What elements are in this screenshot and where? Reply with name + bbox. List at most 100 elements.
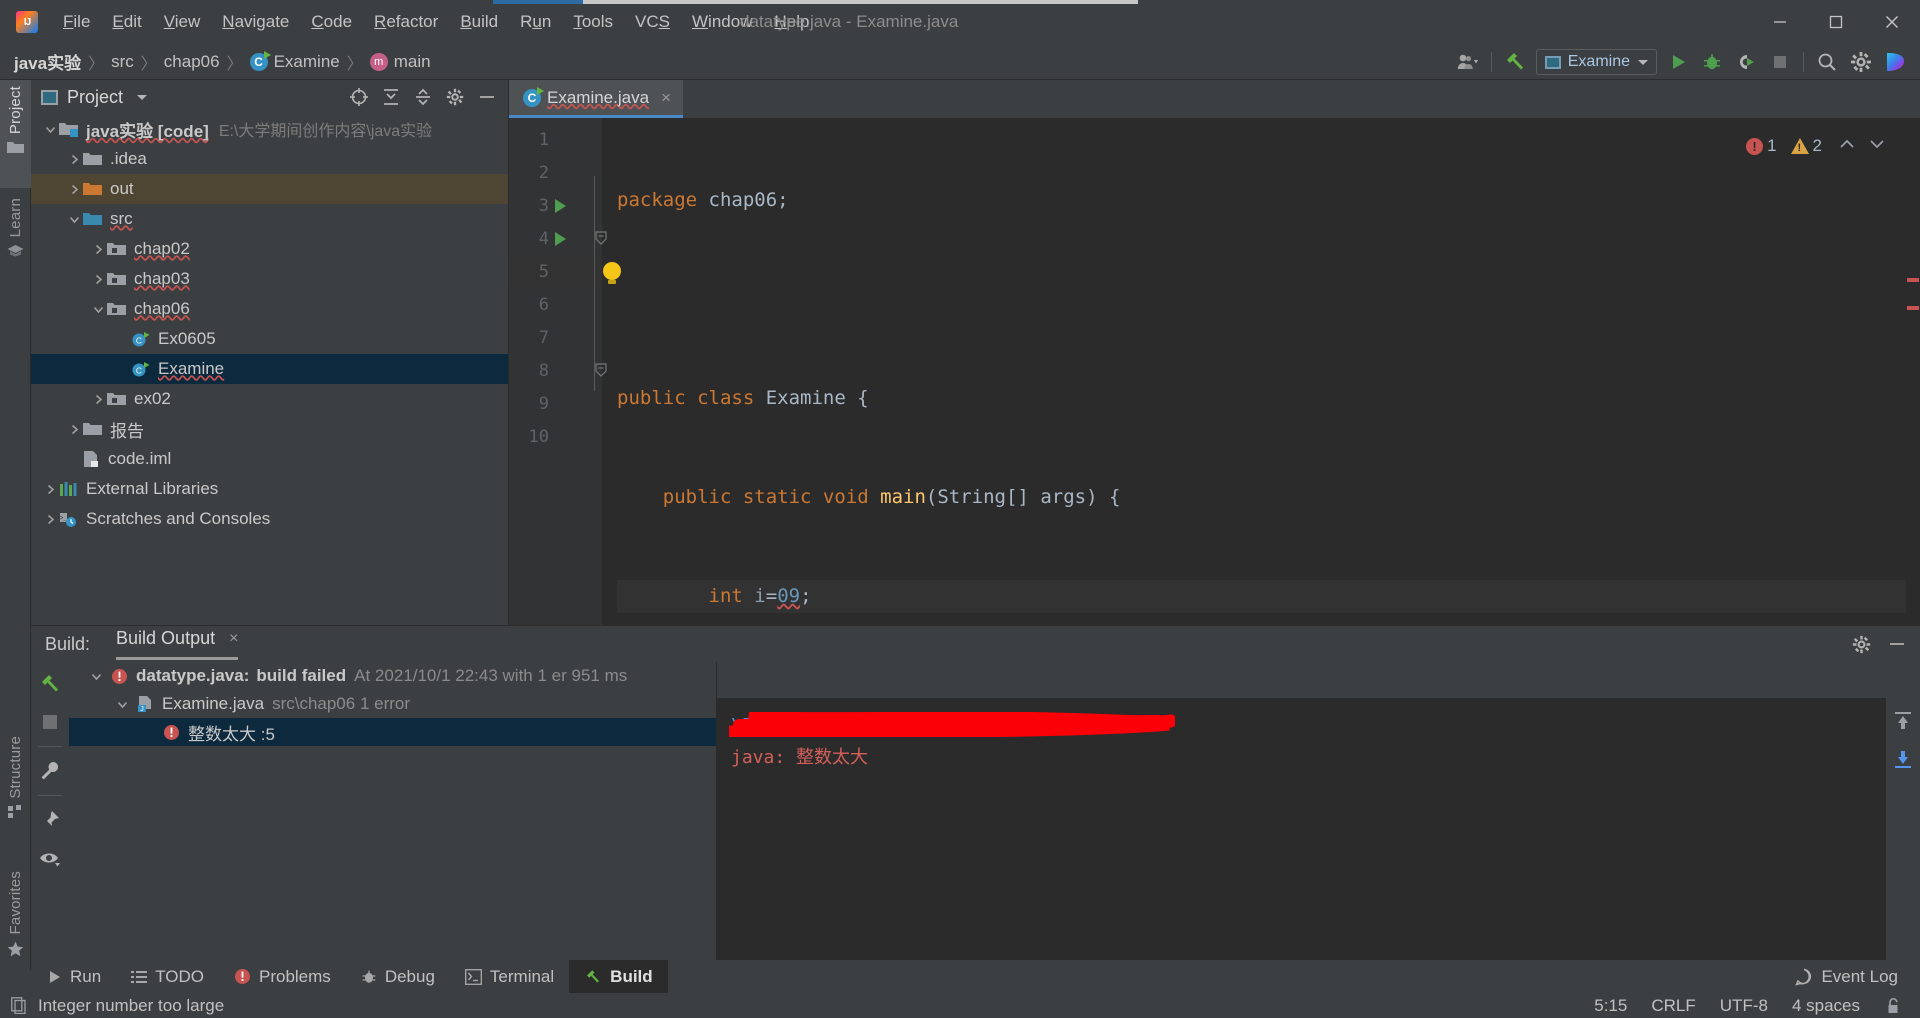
chevron-right-icon[interactable] [41,480,59,498]
line-separator[interactable]: CRLF [1651,996,1695,1016]
gutter-line-7[interactable]: 7 [509,321,602,354]
error-marker-2[interactable] [1907,306,1919,310]
tree-node-java实验-code-[interactable]: java实验 [code] E:\大学期间创作内容\java实验 [31,114,508,144]
settings-gear-icon[interactable] [440,83,470,111]
gutter-line-6[interactable]: 6 [509,288,602,321]
tree-node-ex02[interactable]: ex02 [31,384,508,414]
chevron-right-icon[interactable] [65,180,83,198]
event-log-button[interactable]: Event Log [1795,967,1898,987]
gutter-line-4[interactable]: 4 [509,222,602,255]
sidebar-item-project[interactable]: Project [0,80,31,188]
breadcrumb-item-main[interactable]: m main [369,52,431,72]
bottom-tab-todo[interactable]: TODO [116,960,219,993]
tree-node-Examine[interactable]: C Examine [31,354,508,384]
build-hammer-icon[interactable] [35,670,65,698]
gutter-line-9[interactable]: 9 [509,387,602,420]
settings-gear-icon[interactable] [1846,630,1876,658]
tree-node-out[interactable]: out [31,174,508,204]
code-editor[interactable]: 1 2 3 4 5 6 7 8 9 10 package chap06; public class… [509,118,1920,1003]
tree-node-chap03[interactable]: chap03 [31,264,508,294]
settings-gear-icon[interactable] [1844,47,1878,77]
breadcrumb-item-java实验[interactable]: java实验 [14,49,81,74]
editor-scrollbar-markers[interactable] [1906,118,1920,625]
bottom-tab-run[interactable]: Run [31,960,116,993]
chevron-down-icon[interactable] [65,210,83,228]
menu-item-code[interactable]: Code [300,8,363,36]
menu-item-tools[interactable]: Tools [562,8,624,36]
tree-node--idea[interactable]: .idea [31,144,508,174]
tree-node-chap06[interactable]: chap06 [31,294,508,324]
chevron-right-icon[interactable] [65,420,83,438]
chevron-down-icon[interactable] [1868,136,1886,156]
menu-item-refactor[interactable]: Refactor [363,8,449,36]
tree-node-报告[interactable]: 报告 [31,414,508,444]
chevron-right-icon[interactable] [65,150,83,168]
breadcrumb-item-chap06[interactable]: chap06 [164,52,220,72]
bottom-tab-terminal[interactable]: Terminal [450,960,569,993]
run-configuration-selector[interactable]: Examine [1535,49,1657,75]
run-with-coverage-icon[interactable] [1729,47,1763,77]
sidebar-item-favorites[interactable]: Favorites [0,865,31,990]
build-console[interactable]: \Examine.java:5:15 java: 整数太大 [717,698,1886,960]
maximize-button[interactable] [1808,4,1864,40]
tree-node-External-Libraries[interactable]: External Libraries [31,474,508,504]
bottom-tab-problems[interactable]: Problems [219,960,346,993]
chevron-down-icon[interactable] [137,94,148,100]
stop-icon[interactable] [1763,47,1797,77]
breadcrumb-item-src[interactable]: src [111,52,134,72]
menu-item-build[interactable]: Build [449,8,509,36]
menu-item-navigate[interactable]: Navigate [211,8,300,36]
run-icon[interactable] [1661,47,1695,77]
eye-filter-icon[interactable] [35,844,65,872]
search-everywhere-icon[interactable] [1810,47,1844,77]
debug-icon[interactable] [1695,47,1729,77]
gutter-line-10[interactable]: 10 [509,420,602,453]
chevron-down-icon[interactable] [113,695,131,713]
project-tree[interactable]: java实验 [code] E:\大学期间创作内容\java实验 .idea out s… [31,114,508,625]
code-fold-marker[interactable] [594,231,608,245]
error-marker[interactable] [1907,278,1919,282]
build-output-tree[interactable]: datatype.java: build failed At 2021/10/1 2… [69,662,717,960]
unlocked-icon[interactable] [1884,997,1902,1015]
gutter-line-3[interactable]: 3 [509,189,602,222]
caret-position[interactable]: 5:15 [1594,996,1627,1016]
file-encoding[interactable]: UTF-8 [1720,996,1768,1016]
intention-bulb-icon[interactable] [603,262,621,284]
chevron-down-icon[interactable] [87,667,105,685]
chevron-right-icon[interactable] [89,270,107,288]
build-output-tab[interactable]: Build Output × [116,628,239,660]
chevron-right-icon[interactable] [41,510,59,528]
wrench-settings-icon[interactable] [35,757,65,785]
menu-item-vcs[interactable]: VCS [624,8,681,36]
tree-node-code-iml[interactable]: code.iml [31,444,508,474]
build-tree-row[interactable]: datatype.java: build failed At 2021/10/1 2… [69,662,716,690]
code-content[interactable]: package chap06; public class Examine { p… [602,118,1920,1003]
breadcrumb-item-Examine[interactable]: C Examine [249,50,340,72]
tree-node-chap02[interactable]: chap02 [31,234,508,264]
chevron-down-icon[interactable] [89,300,107,318]
code-fold-marker[interactable] [594,363,608,377]
close-button[interactable] [1864,4,1920,40]
sidebar-item-structure[interactable]: Structure [0,730,31,858]
editor-tab-examine-java[interactable]: C Examine.java × [509,80,683,118]
sidebar-item-learn[interactable]: Learn [0,192,31,292]
collapse-all-icon[interactable] [408,83,438,111]
gutter-line-5[interactable]: 5 [509,255,602,288]
minimize-button[interactable] [1752,4,1808,40]
gutter-line-8[interactable]: 8 [509,354,602,387]
tree-node-Scratches-and-Consoles[interactable]: >_ Scratches and Consoles [31,504,508,534]
menu-item-view[interactable]: View [153,8,212,36]
tree-node-Ex0605[interactable]: C Ex0605 [31,324,508,354]
close-icon[interactable]: × [661,88,671,108]
gutter-line-2[interactable]: 2 [509,156,602,189]
stop-icon[interactable] [35,708,65,736]
menu-item-edit[interactable]: Edit [101,8,152,36]
build-tree-row[interactable]: 整数太大 :5 [69,718,716,746]
hide-icon[interactable] [1882,630,1912,658]
indent-setting[interactable]: 4 spaces [1792,996,1860,1016]
chevron-right-icon[interactable] [89,390,107,408]
scroll-down-icon[interactable] [1889,746,1917,772]
menu-item-run[interactable]: Run [509,8,562,36]
build-console-file-link[interactable]: \Examine.java:5:15 [731,715,926,736]
run-gutter-icon[interactable] [549,198,571,213]
